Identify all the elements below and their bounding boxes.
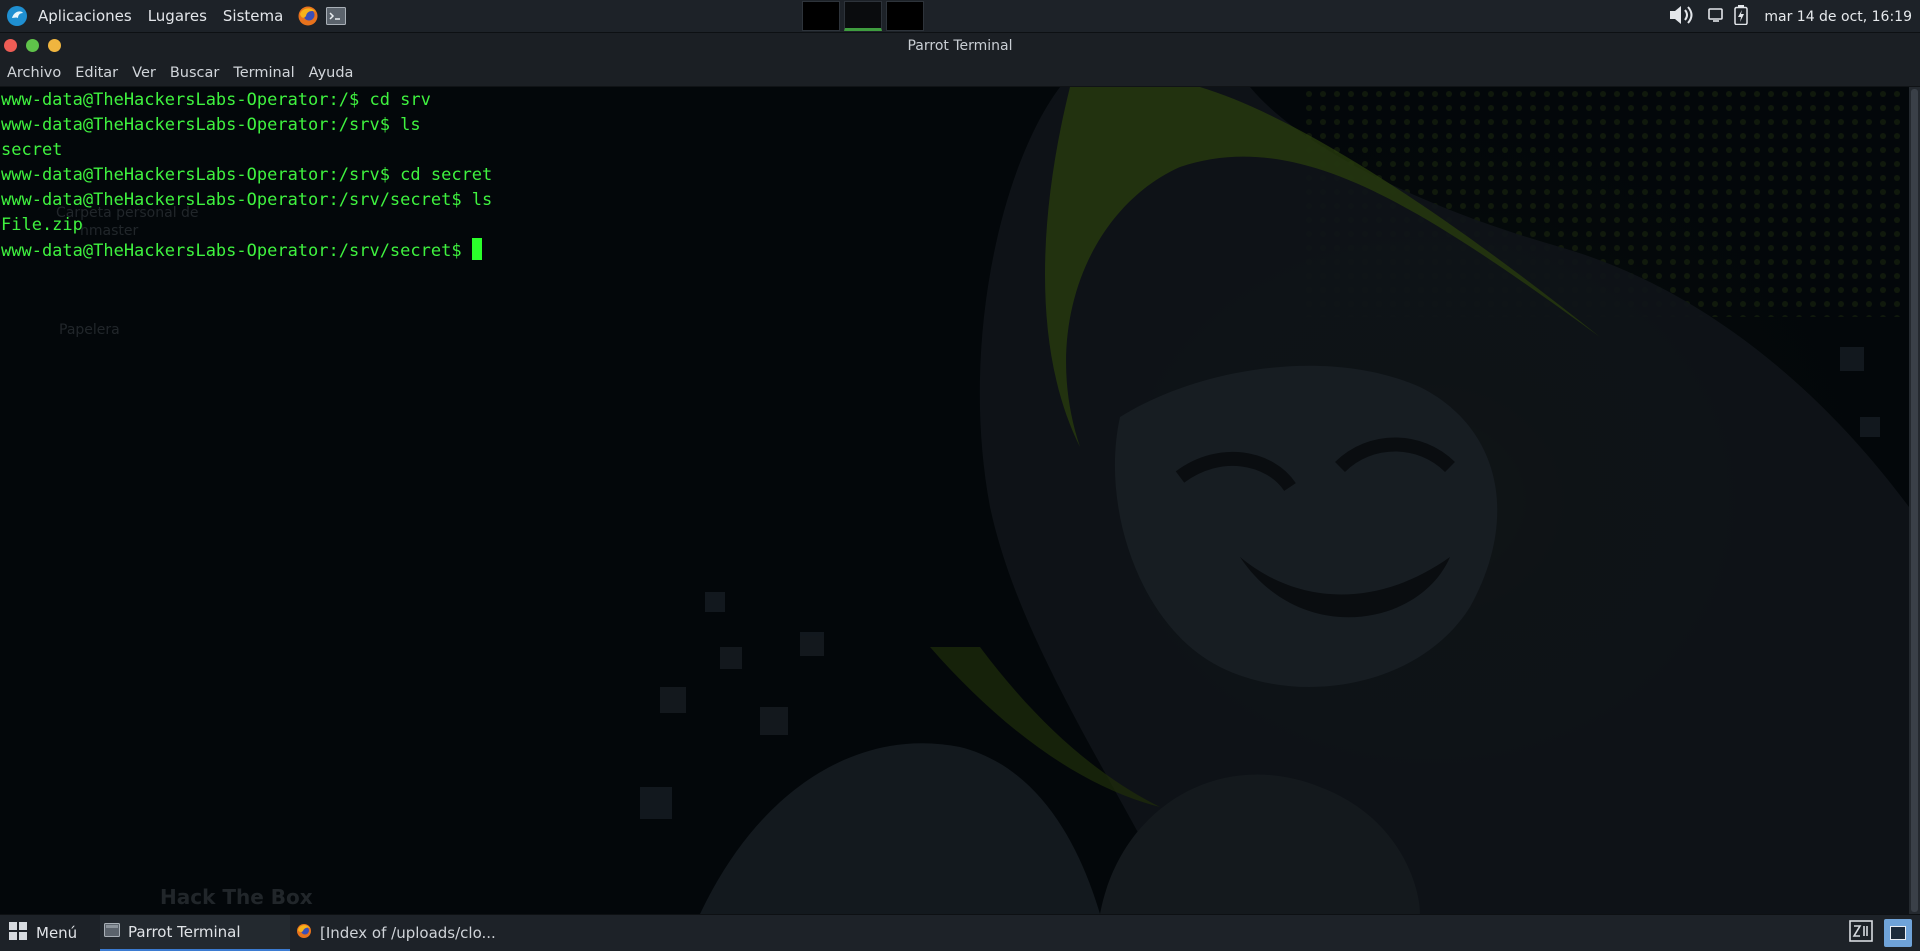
battery-icon[interactable]	[1734, 4, 1749, 29]
parrot-logo-icon[interactable]	[6, 5, 28, 27]
taskbar-item-browser[interactable]: [Index of /uploads/clo...	[292, 915, 496, 951]
workspace-2[interactable]	[844, 1, 882, 31]
taskbar-item-terminal[interactable]: Parrot Terminal	[100, 915, 290, 951]
terminal-icon	[104, 923, 120, 941]
menu-archivo[interactable]: Archivo	[0, 65, 68, 81]
display-icon[interactable]	[1708, 7, 1724, 27]
menu-system[interactable]: Sistema	[215, 0, 291, 33]
terminal-cursor	[471, 238, 482, 260]
window-title: Parrot Terminal	[907, 38, 1013, 54]
firefox-launcher-icon[interactable]	[297, 5, 319, 27]
bottom-panel: Menú Parrot Terminal [Index of /uploads/…	[0, 914, 1920, 951]
terminal-line: www-data@TheHackersLabs-Operator:/srv$ c…	[1, 165, 493, 185]
terminal-output: www-data@TheHackersLabs-Operator:/$ cd s…	[1, 88, 492, 264]
top-panel: Aplicaciones Lugares Sistema mar 14 de o…	[0, 0, 1920, 33]
window-titlebar[interactable]: Parrot Terminal	[0, 33, 1920, 59]
keyboard-layout-icon[interactable]	[1848, 918, 1874, 948]
terminal-prompt: www-data@TheHackersLabs-Operator:/srv/se…	[1, 241, 472, 261]
workspace-switcher[interactable]	[802, 1, 924, 32]
show-desktop-button[interactable]	[1884, 919, 1912, 947]
desktop-htb-label: Hack The Box	[160, 885, 313, 909]
terminal-launcher-icon[interactable]	[325, 5, 347, 27]
terminal-menubar: Archivo Editar Ver Buscar Terminal Ayuda	[0, 59, 1920, 87]
scrollbar-thumb[interactable]	[1911, 89, 1918, 912]
taskbar-item-label: [Index of /uploads/clo...	[320, 924, 496, 942]
terminal-line: secret	[1, 140, 63, 160]
menu-ayuda[interactable]: Ayuda	[302, 65, 361, 81]
desktop-trash-label: Papelera	[59, 322, 120, 338]
menu-buscar[interactable]: Buscar	[163, 65, 227, 81]
system-tray: mar 14 de oct, 16:19	[1668, 0, 1920, 33]
main-menu-label: Menú	[36, 924, 78, 942]
grid-menu-icon	[8, 921, 28, 945]
terminal-line: File.zip	[1, 215, 83, 235]
menu-places[interactable]: Lugares	[140, 0, 215, 33]
terminal-line: www-data@TheHackersLabs-Operator:/srv$ l…	[1, 115, 421, 135]
workspace-3[interactable]	[886, 1, 924, 31]
desktop-icon	[1890, 926, 1906, 940]
menu-ver[interactable]: Ver	[125, 65, 163, 81]
menu-terminal[interactable]: Terminal	[226, 65, 301, 81]
terminal-area[interactable]: Carpeta personal de hmaster Papelera Hac…	[0, 87, 1909, 914]
volume-icon[interactable]	[1668, 3, 1698, 31]
firefox-icon	[296, 923, 312, 943]
terminal-line: www-data@TheHackersLabs-Operator:/$ cd s…	[1, 90, 431, 110]
terminal-prompt-line[interactable]: www-data@TheHackersLabs-Operator:/srv/se…	[1, 238, 492, 264]
menu-applications[interactable]: Aplicaciones	[30, 0, 140, 33]
terminal-line: www-data@TheHackersLabs-Operator:/srv/se…	[1, 190, 493, 210]
taskbar-item-label: Parrot Terminal	[128, 923, 241, 941]
clock[interactable]: mar 14 de oct, 16:19	[1764, 9, 1912, 25]
terminal-scrollbar[interactable]	[1909, 87, 1920, 914]
main-menu-button[interactable]: Menú	[8, 915, 77, 951]
menu-editar[interactable]: Editar	[68, 65, 125, 81]
bottom-tray	[1848, 918, 1912, 948]
workspace-1[interactable]	[802, 1, 840, 31]
